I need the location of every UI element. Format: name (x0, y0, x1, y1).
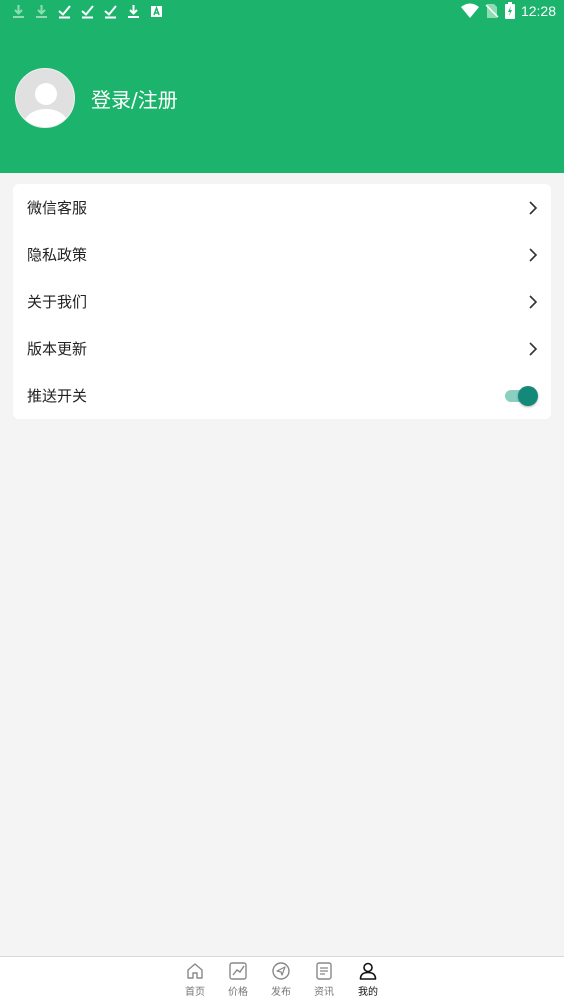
trend-chart-icon (229, 962, 247, 980)
settings-menu: 微信客服 隐私政策 关于我们 版本更新 推送开关 (13, 184, 551, 419)
tab-news[interactable]: 资讯 (304, 961, 344, 1001)
battery-icon (504, 2, 515, 19)
menu-item-wechat-service[interactable]: 微信客服 (13, 184, 551, 231)
bottom-tab-bar: 首页 价格 发布 资讯 我的 (0, 956, 564, 1002)
profile-header: 12:28 登录/注册 (0, 0, 564, 173)
tab-label: 资讯 (314, 987, 334, 998)
profile-row[interactable]: 登录/注册 (15, 68, 178, 128)
tab-label: 首页 (185, 987, 205, 998)
tab-label: 价格 (228, 987, 248, 998)
status-time: 12:28 (520, 2, 556, 19)
tab-price[interactable]: 价格 (218, 961, 258, 1001)
home-icon (187, 963, 203, 979)
status-bar: 12:28 (0, 0, 564, 24)
login-register-link[interactable]: 登录/注册 (91, 84, 178, 113)
tab-publish[interactable]: 发布 (261, 961, 301, 1001)
menu-item-label: 关于我们 (27, 293, 88, 311)
menu-item-label: 推送开关 (27, 387, 88, 405)
menu-item-privacy-policy[interactable]: 隐私政策 (13, 231, 551, 278)
menu-item-label: 隐私政策 (27, 246, 88, 264)
check-icon (81, 5, 94, 19)
chevron-right-icon (529, 247, 538, 262)
avatar-head-shape (35, 83, 57, 105)
document-icon (316, 962, 332, 980)
menu-item-label: 微信客服 (27, 199, 88, 217)
avatar-body-shape (24, 109, 68, 127)
send-icon (272, 962, 290, 980)
tab-home[interactable]: 首页 (175, 961, 215, 1001)
tab-mine[interactable]: 我的 (348, 961, 388, 1001)
chevron-right-icon (529, 341, 538, 356)
download-icon (36, 5, 47, 18)
wifi-icon (460, 3, 479, 18)
tab-label: 发布 (271, 987, 291, 998)
push-switch[interactable] (505, 385, 539, 406)
menu-item-version-update[interactable]: 版本更新 (13, 325, 551, 372)
download-icon (13, 5, 24, 18)
download-icon (128, 5, 139, 18)
a-icon (151, 5, 162, 17)
check-icon (104, 5, 117, 19)
push-switch-knob (518, 385, 538, 406)
check-icon (58, 5, 71, 19)
avatar[interactable] (15, 68, 75, 128)
tab-label: 我的 (358, 987, 378, 998)
chevron-right-icon (529, 294, 538, 309)
menu-item-label: 版本更新 (27, 340, 88, 358)
menu-item-about-us[interactable]: 关于我们 (13, 278, 551, 325)
menu-item-push-toggle: 推送开关 (13, 372, 551, 419)
user-icon (359, 962, 377, 980)
no-sim-icon (485, 3, 499, 18)
chevron-right-icon (529, 200, 538, 215)
